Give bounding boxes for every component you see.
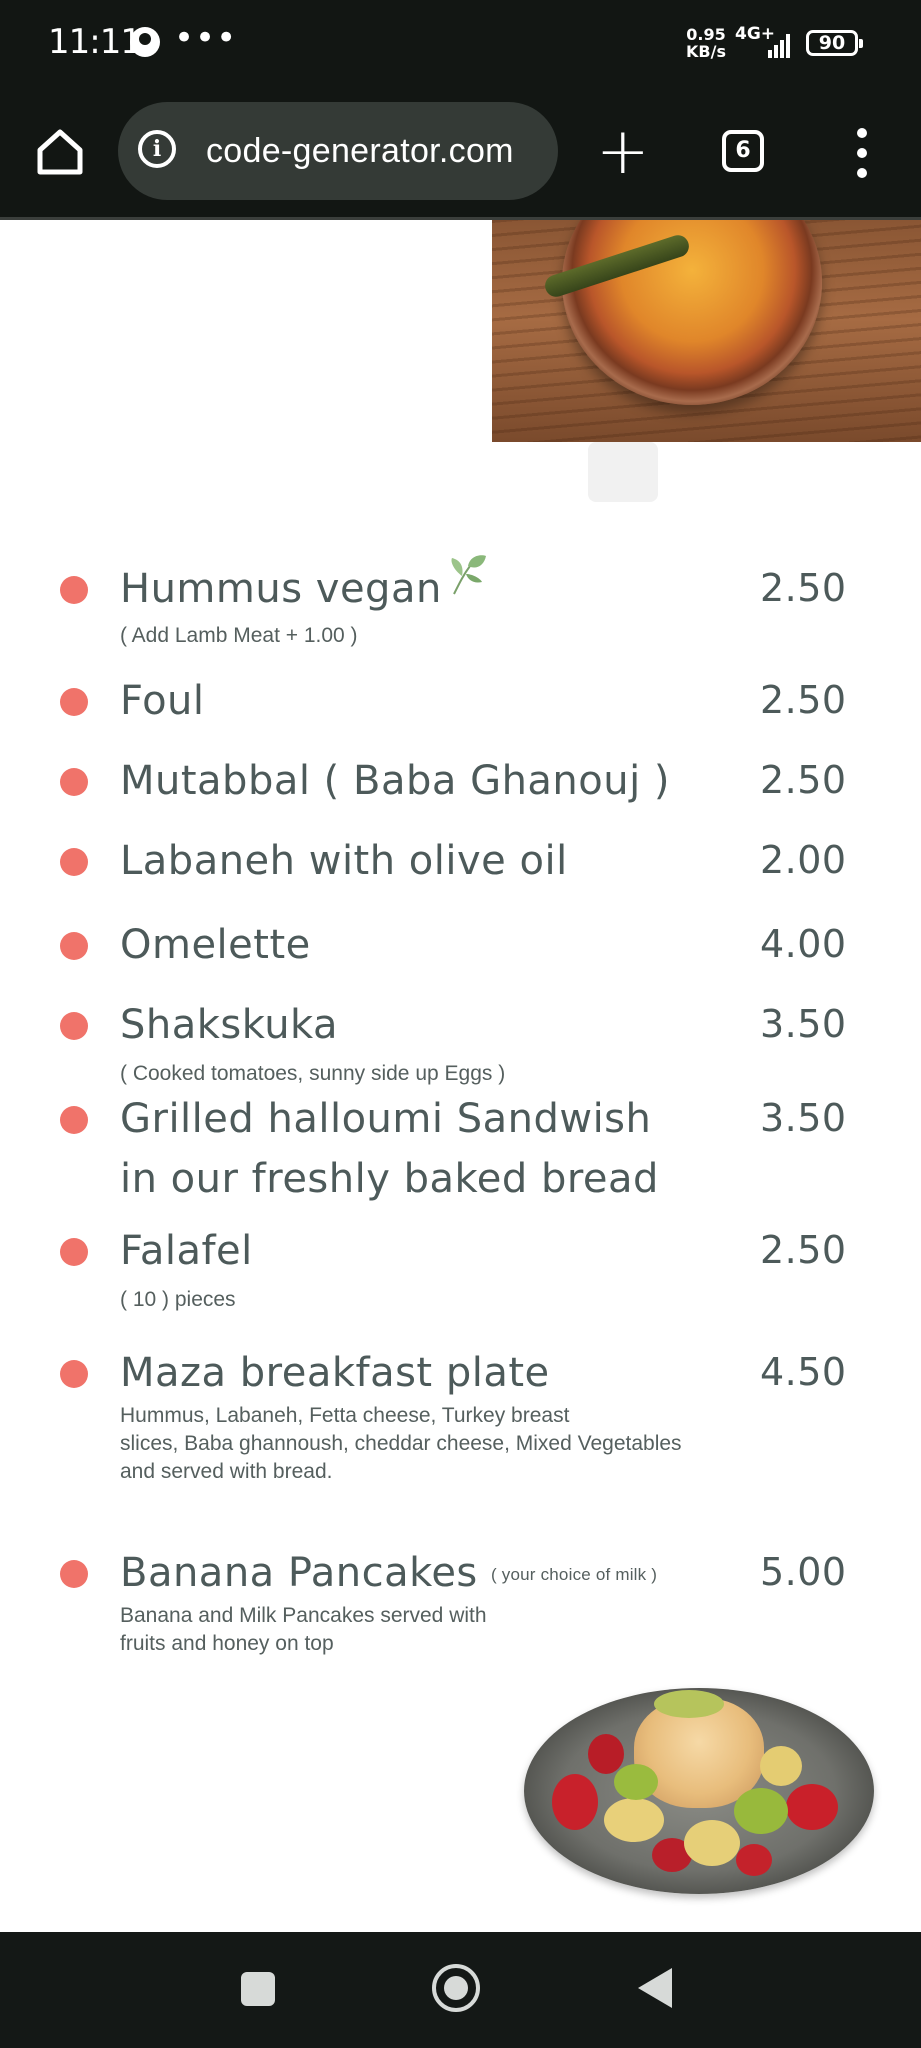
item-name-text: Banana Pancakes: [120, 1550, 478, 1596]
strawberry-image: [552, 1774, 598, 1830]
strawberry-image: [588, 1734, 624, 1774]
info-icon[interactable]: i: [138, 130, 176, 168]
item-note: ( 10 ) pieces: [120, 1288, 236, 1311]
more-vert-icon[interactable]: [848, 128, 876, 178]
battery-icon: 90: [806, 30, 863, 56]
bullet-icon: [60, 1360, 88, 1388]
system-nav-bar: [0, 1932, 921, 2048]
description-line: slices, Baba ghannoush, cheddar cheese, …: [120, 1432, 682, 1455]
data-speed-value: 0.95: [686, 25, 726, 44]
item-name: Shakskuka: [120, 1002, 339, 1048]
item-note: ( Add Lamb Meat + 1.00 ): [120, 624, 358, 647]
pancake-photo: [524, 1688, 874, 1894]
item-price: 3.50: [760, 1002, 847, 1046]
item-name: Foul: [120, 678, 205, 724]
bullet-icon: [60, 688, 88, 716]
item-price: 4.00: [760, 922, 847, 966]
item-price: 4.50: [760, 1350, 847, 1394]
bullet-icon: [60, 768, 88, 796]
item-name: Labaneh with olive oil: [120, 838, 568, 884]
browser-toolbar: i code-generator.com + 6: [0, 92, 921, 220]
status-time: 11:11: [48, 22, 142, 62]
description-line: and served with bread.: [120, 1460, 333, 1483]
item-description: Hummus, Labaneh, Fetta cheese, Turkey br…: [120, 1402, 682, 1486]
strawberry-image: [736, 1844, 772, 1876]
tab-switcher-icon[interactable]: 6: [722, 130, 764, 172]
item-name: Hummus vegan: [120, 566, 442, 612]
item-price: 2.00: [760, 838, 847, 882]
page-content[interactable]: Hummus vegan 2.50 ( Add Lamb Meat + 1.00…: [0, 220, 921, 1932]
more-notifications-indicator: •••: [174, 18, 238, 58]
kiwi-slice-image: [734, 1788, 788, 1834]
item-price: 2.50: [760, 1228, 847, 1272]
bullet-icon: [60, 848, 88, 876]
signal-icon: [768, 30, 794, 58]
leaf-icon: [451, 555, 486, 595]
bullet-icon: [60, 1560, 88, 1588]
address-bar[interactable]: i code-generator.com: [118, 102, 558, 200]
banana-slice-image: [604, 1798, 664, 1842]
dish-photo: [492, 220, 921, 442]
data-speed: 0.95 KB/s: [686, 26, 726, 60]
item-price: 2.50: [760, 678, 847, 722]
home-icon[interactable]: [30, 122, 90, 182]
data-speed-unit: KB/s: [686, 42, 726, 61]
item-name: Falafel: [120, 1228, 253, 1274]
description-line: Banana and Milk Pancakes served with: [120, 1604, 487, 1627]
bullet-icon: [60, 1106, 88, 1134]
pistachio-topping-image: [654, 1690, 724, 1718]
item-note: ( Cooked tomatoes, sunny side up Eggs ): [120, 1062, 506, 1085]
bullet-icon: [60, 1238, 88, 1266]
item-inline-note: ( your choice of milk ): [491, 1565, 658, 1584]
tab-count: 6: [735, 138, 751, 163]
item-name: Banana Pancakes ( your choice of milk ): [120, 1550, 657, 1596]
item-price: 2.50: [760, 566, 847, 610]
bullet-icon: [60, 932, 88, 960]
kiwi-slice-image: [614, 1764, 658, 1800]
item-price: 5.00: [760, 1550, 847, 1594]
item-description: Banana and Milk Pancakes served with fru…: [120, 1602, 487, 1658]
battery-level: 90: [818, 32, 846, 54]
home-nav-icon[interactable]: [432, 1964, 480, 2012]
url-text[interactable]: code-generator.com: [206, 132, 514, 171]
recents-icon[interactable]: [241, 1972, 275, 2006]
banana-slice-image: [760, 1746, 802, 1786]
banana-slice-image: [684, 1820, 740, 1866]
plus-icon[interactable]: +: [596, 110, 650, 194]
description-line: Hummus, Labaneh, Fetta cheese, Turkey br…: [120, 1404, 570, 1427]
photo-shadow: [588, 442, 658, 502]
item-name: Omelette: [120, 922, 311, 968]
description-line: fruits and honey on top: [120, 1632, 334, 1655]
item-price: 3.50: [760, 1096, 847, 1140]
strawberry-image: [786, 1784, 838, 1830]
status-bar: 11:11 ••• 0.95 KB/s 4G+ 90: [0, 0, 921, 92]
item-name-line1: Grilled halloumi Sandwish: [120, 1096, 652, 1142]
bullet-icon: [60, 1012, 88, 1040]
back-icon[interactable]: [638, 1968, 672, 2008]
bullet-icon: [60, 576, 88, 604]
item-name: Mutabbal ( Baba Ghanouj ): [120, 758, 671, 804]
notification-icon: [130, 27, 160, 57]
dish-bowl-image: [562, 220, 822, 405]
item-price: 2.50: [760, 758, 847, 802]
item-name-line2: in our freshly baked bread: [120, 1156, 659, 1202]
item-name: Maza breakfast plate: [120, 1350, 550, 1396]
